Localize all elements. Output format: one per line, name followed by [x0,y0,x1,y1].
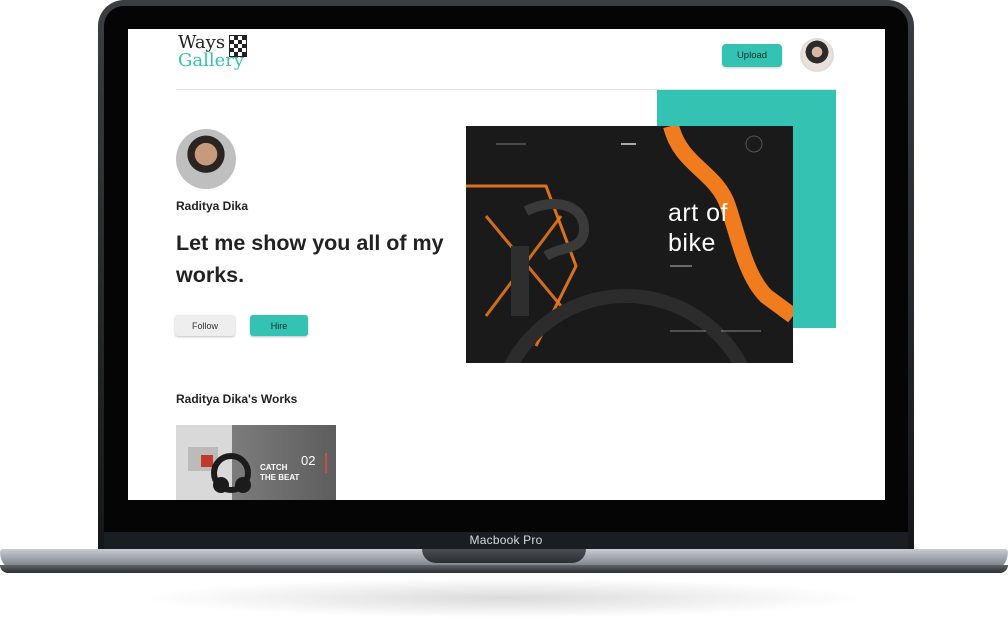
laptop-base-edge [0,565,1008,573]
works-section-title: Raditya Dika's Works [176,392,298,406]
upload-button[interactable]: Upload [722,44,782,67]
screen: Ways Gallery Upload Raditya Dika Let me … [128,29,885,500]
laptop-notch [422,549,586,563]
hire-button[interactable]: Hire [250,315,308,336]
device-label: Macbook Pro [469,533,543,547]
work-thumbnail-number: 02 [301,453,316,468]
user-avatar[interactable] [800,38,834,72]
bike-illustration [466,126,793,363]
featured-title: art of bike [668,198,728,258]
profile-headline: Let me show you all of my works. [176,231,444,287]
follow-button[interactable]: Follow [175,315,235,336]
logo-checker-icon [229,35,247,57]
work-thumbnail[interactable]: CATCH THE BEAT 02 [176,425,336,500]
profile-avatar [176,129,236,189]
laptop-shadow [140,578,868,618]
featured-title-line1: art of [668,199,728,227]
featured-artwork[interactable]: art of bike [466,126,793,363]
work-thumbnail-text: CATCH THE BEAT [260,463,300,482]
profile-name: Raditya Dika [176,199,249,213]
featured-title-line2: bike [668,229,716,257]
